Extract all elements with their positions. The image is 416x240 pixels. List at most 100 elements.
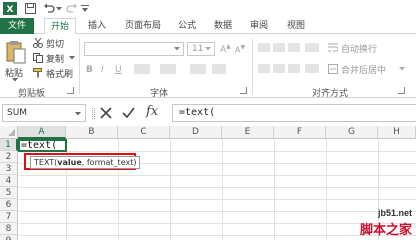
column-header-a[interactable]: A bbox=[18, 126, 66, 139]
phonetic-icon[interactable] bbox=[212, 64, 226, 74]
format-painter-icon bbox=[33, 68, 42, 78]
indent-icon[interactable] bbox=[305, 64, 319, 73]
column-header-c[interactable]: C bbox=[118, 126, 170, 139]
insert-function-button[interactable]: fx bbox=[146, 104, 164, 122]
customize-qat-icon[interactable] bbox=[80, 1, 90, 16]
undo-dropdown-icon[interactable] bbox=[55, 1, 63, 16]
formula-input[interactable]: =text( bbox=[172, 104, 416, 122]
svg-text:X: X bbox=[7, 5, 14, 15]
watermark-name: 脚本之家 bbox=[359, 223, 412, 238]
font-size-select[interactable]: 11 bbox=[187, 42, 215, 56]
chevron-down-icon bbox=[205, 47, 211, 51]
ribbon-tab-strip: 文件 开始 插入 页面布局 公式 数据 审阅 视图 bbox=[0, 18, 416, 35]
merge-center-button[interactable]: 合并后居中 bbox=[328, 63, 406, 76]
excel-logo-icon: X bbox=[2, 1, 18, 16]
row-header-9[interactable]: 9 bbox=[0, 235, 18, 240]
active-cell-a1[interactable]: =text( bbox=[18, 139, 67, 152]
column-header-b[interactable]: B bbox=[66, 126, 118, 139]
column-header-h[interactable]: H bbox=[378, 126, 416, 139]
formula-bar-grip[interactable] bbox=[92, 108, 95, 119]
copy-button[interactable]: 复制 bbox=[33, 52, 77, 65]
row-header-3[interactable]: 3 bbox=[0, 163, 18, 175]
merge-center-icon bbox=[328, 64, 338, 74]
cancel-entry-button[interactable] bbox=[100, 107, 114, 121]
orientation-icon[interactable] bbox=[305, 43, 319, 52]
close-icon bbox=[100, 107, 112, 119]
align-middle-icon[interactable] bbox=[273, 43, 285, 52]
gridline bbox=[170, 139, 171, 240]
tab-file[interactable]: 文件 bbox=[0, 18, 34, 34]
save-icon[interactable] bbox=[23, 1, 37, 16]
tab-view[interactable]: 视图 bbox=[281, 18, 311, 34]
increase-font-icon[interactable]: A▲ bbox=[220, 43, 231, 55]
clipboard-launcher-icon[interactable] bbox=[67, 87, 74, 94]
wrap-text-button[interactable]: 自动换行 bbox=[328, 42, 388, 55]
tab-page-layout[interactable]: 页面布局 bbox=[118, 18, 168, 34]
cut-label: 剪切 bbox=[46, 40, 65, 50]
align-top-icon[interactable] bbox=[258, 43, 270, 52]
gridline bbox=[18, 151, 416, 152]
italic-button[interactable]: I bbox=[101, 65, 104, 75]
row-header-1[interactable]: 1 bbox=[0, 139, 18, 151]
row-header-8[interactable]: 8 bbox=[0, 223, 18, 235]
underline-button[interactable]: U bbox=[115, 65, 122, 75]
font-group-label: 字体 bbox=[150, 89, 169, 99]
select-all-corner[interactable] bbox=[0, 126, 18, 139]
merge-center-label: 合并后居中 bbox=[341, 66, 387, 76]
name-box[interactable]: SUM bbox=[2, 104, 86, 122]
column-header-g[interactable]: G bbox=[326, 126, 378, 139]
gridline bbox=[18, 187, 416, 188]
gridline bbox=[274, 139, 275, 240]
gridline bbox=[222, 139, 223, 240]
bold-button[interactable]: B bbox=[86, 65, 93, 75]
align-center-icon[interactable] bbox=[273, 64, 285, 73]
paste-button[interactable]: 粘贴 bbox=[3, 38, 29, 84]
font-color-icon[interactable] bbox=[190, 64, 206, 74]
tab-data[interactable]: 数据 bbox=[208, 18, 238, 34]
chevron-down-icon bbox=[399, 67, 405, 71]
column-header-e[interactable]: E bbox=[222, 126, 274, 139]
undo-icon[interactable] bbox=[42, 1, 56, 16]
tooltip-current-argument[interactable]: value bbox=[57, 158, 81, 167]
format-painter-button[interactable]: 格式刷 bbox=[33, 67, 77, 80]
borders-icon[interactable] bbox=[134, 64, 150, 74]
tab-formulas[interactable]: 公式 bbox=[172, 18, 202, 34]
copy-label: 复制 bbox=[46, 55, 65, 65]
copy-icon bbox=[33, 53, 43, 63]
active-cell-text: =text( bbox=[21, 140, 58, 151]
font-launcher-icon[interactable] bbox=[240, 87, 247, 94]
wrap-text-icon bbox=[328, 43, 338, 52]
format-painter-label: 格式刷 bbox=[46, 70, 74, 80]
fill-color-icon[interactable] bbox=[160, 64, 176, 74]
align-left-icon[interactable] bbox=[258, 64, 270, 73]
align-bottom-icon[interactable] bbox=[288, 43, 300, 52]
worksheet-grid[interactable]: A B C D E F G H 1 2 3 4 5 6 7 8 9 =text(… bbox=[0, 126, 416, 240]
redo-icon[interactable] bbox=[65, 1, 79, 16]
row-header-5[interactable]: 5 bbox=[0, 187, 18, 199]
wrap-text-label: 自动换行 bbox=[341, 45, 378, 55]
function-argument-tooltip[interactable]: TEXT(value, format_text) bbox=[30, 156, 141, 169]
chevron-down-icon bbox=[75, 112, 81, 116]
column-header-d[interactable]: D bbox=[170, 126, 222, 139]
column-header-f[interactable]: F bbox=[274, 126, 326, 139]
formula-bar: SUM fx =text( bbox=[0, 104, 416, 122]
gridline bbox=[18, 199, 416, 200]
row-header-6[interactable]: 6 bbox=[0, 199, 18, 211]
font-name-select[interactable] bbox=[84, 42, 184, 56]
decrease-font-icon[interactable]: A▼ bbox=[235, 44, 245, 55]
tab-home[interactable]: 开始 bbox=[44, 18, 76, 35]
cut-button[interactable]: 剪切 bbox=[33, 37, 77, 50]
tab-insert[interactable]: 插入 bbox=[82, 18, 112, 34]
watermark-site: jb51.net bbox=[377, 208, 412, 218]
tab-review[interactable]: 审阅 bbox=[244, 18, 274, 34]
ribbon-home: 粘贴 剪切 复制 格式刷 剪贴板 11 A▲ A▼ B I U 字体 自动换行 bbox=[0, 34, 416, 99]
scissors-icon bbox=[33, 38, 43, 48]
confirm-entry-button[interactable] bbox=[122, 107, 136, 121]
group-divider bbox=[79, 38, 80, 94]
row-header-7[interactable]: 7 bbox=[0, 211, 18, 223]
row-header-4[interactable]: 4 bbox=[0, 175, 18, 187]
alignment-launcher-icon[interactable] bbox=[398, 87, 405, 94]
paste-icon bbox=[6, 41, 26, 64]
align-right-icon[interactable] bbox=[288, 64, 300, 73]
row-header-2[interactable]: 2 bbox=[0, 151, 18, 163]
